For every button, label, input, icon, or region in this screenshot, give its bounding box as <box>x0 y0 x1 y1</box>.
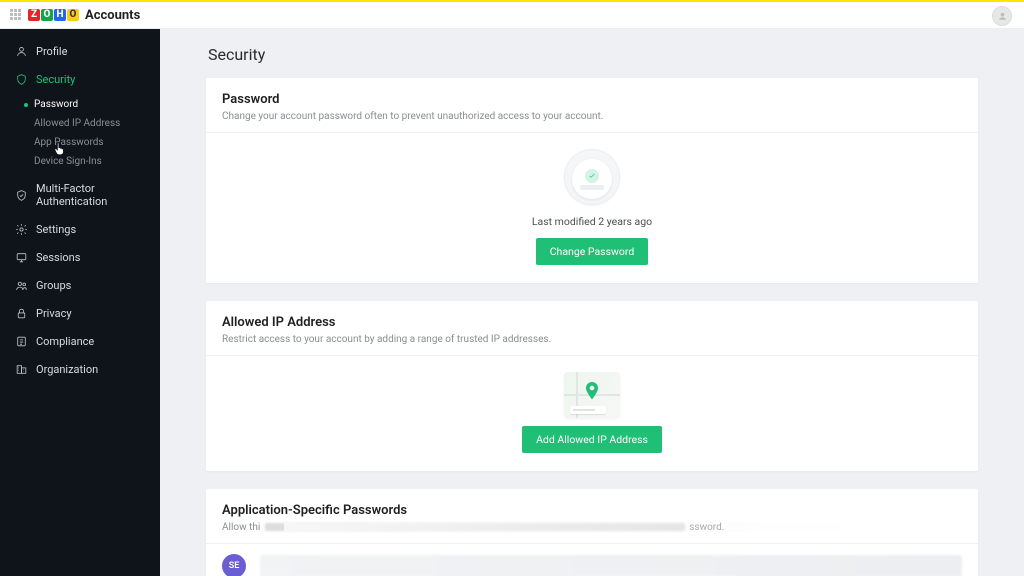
sidebar-item-profile[interactable]: Profile <box>0 37 160 65</box>
sidebar-label: Organization <box>36 363 98 376</box>
sidebar-item-organization[interactable]: Organization <box>0 355 160 383</box>
security-submenu: Password Allowed IP Address App Password… <box>0 93 160 175</box>
shield-icon <box>14 72 28 86</box>
app-passwords-desc: Allow thi ssword. <box>222 522 962 533</box>
compliance-icon <box>14 334 28 348</box>
sidebar: Profile Security Password Allowed IP Add… <box>0 29 160 576</box>
sidebar-label: Multi-Factor Authentication <box>36 182 146 208</box>
sidebar-label: Sessions <box>36 251 80 264</box>
top-bar: ZOHO Accounts <box>0 0 1024 29</box>
map-pin-icon <box>584 382 600 406</box>
profile-icon <box>14 44 28 58</box>
sidebar-label: Privacy <box>36 307 72 320</box>
organization-icon <box>14 362 28 376</box>
sidebar-label: Compliance <box>36 335 94 348</box>
add-allowed-ip-button[interactable]: Add Allowed IP Address <box>522 426 662 453</box>
allowed-ip-card: Allowed IP Address Restrict access to yo… <box>206 301 978 471</box>
apps-launcher-icon[interactable] <box>10 9 22 21</box>
password-card-desc: Change your account password often to pr… <box>222 111 962 122</box>
app-passwords-card: Application-Specific Passwords Allow thi… <box>206 489 978 576</box>
sidebar-label: Security <box>36 73 75 86</box>
sidebar-item-groups[interactable]: Groups <box>0 271 160 299</box>
submenu-device-signins[interactable]: Device Sign-Ins <box>0 152 160 171</box>
allowed-ip-title: Allowed IP Address <box>222 315 962 330</box>
sidebar-item-settings[interactable]: Settings <box>0 215 160 243</box>
app-entry-redacted <box>260 555 962 576</box>
gear-icon <box>14 222 28 236</box>
sidebar-label: Profile <box>36 45 67 58</box>
password-illustration <box>564 149 620 205</box>
user-avatar[interactable] <box>992 6 1012 26</box>
main-content: Security Password Change your account pa… <box>160 29 1024 576</box>
submenu-allowed-ip[interactable]: Allowed IP Address <box>0 114 160 133</box>
app-password-entry: SE <box>206 544 978 576</box>
submenu-password[interactable]: Password <box>0 95 160 114</box>
sidebar-label: Groups <box>36 279 71 292</box>
sidebar-label: Settings <box>36 223 76 236</box>
allowed-ip-illustration <box>564 372 620 418</box>
submenu-app-passwords[interactable]: App Passwords <box>0 133 160 152</box>
mfa-icon <box>14 188 28 202</box>
sidebar-item-privacy[interactable]: Privacy <box>0 299 160 327</box>
sidebar-item-compliance[interactable]: Compliance <box>0 327 160 355</box>
sidebar-item-security[interactable]: Security <box>0 65 160 93</box>
page-title: Security <box>208 45 978 64</box>
groups-icon <box>14 278 28 292</box>
change-password-button[interactable]: Change Password <box>536 238 649 265</box>
password-card: Password Change your account password of… <box>206 78 978 283</box>
app-avatar: SE <box>222 554 246 576</box>
password-last-modified: Last modified 2 years ago <box>222 215 962 228</box>
sidebar-item-sessions[interactable]: Sessions <box>0 243 160 271</box>
zoho-logo: ZOHO <box>28 9 79 21</box>
password-card-title: Password <box>222 92 962 107</box>
app-passwords-title: Application-Specific Passwords <box>222 503 962 518</box>
lock-icon <box>14 306 28 320</box>
sessions-icon <box>14 250 28 264</box>
allowed-ip-desc: Restrict access to your account by addin… <box>222 334 962 345</box>
sidebar-item-mfa[interactable]: Multi-Factor Authentication <box>0 175 160 215</box>
brand-name: Accounts <box>85 8 140 23</box>
